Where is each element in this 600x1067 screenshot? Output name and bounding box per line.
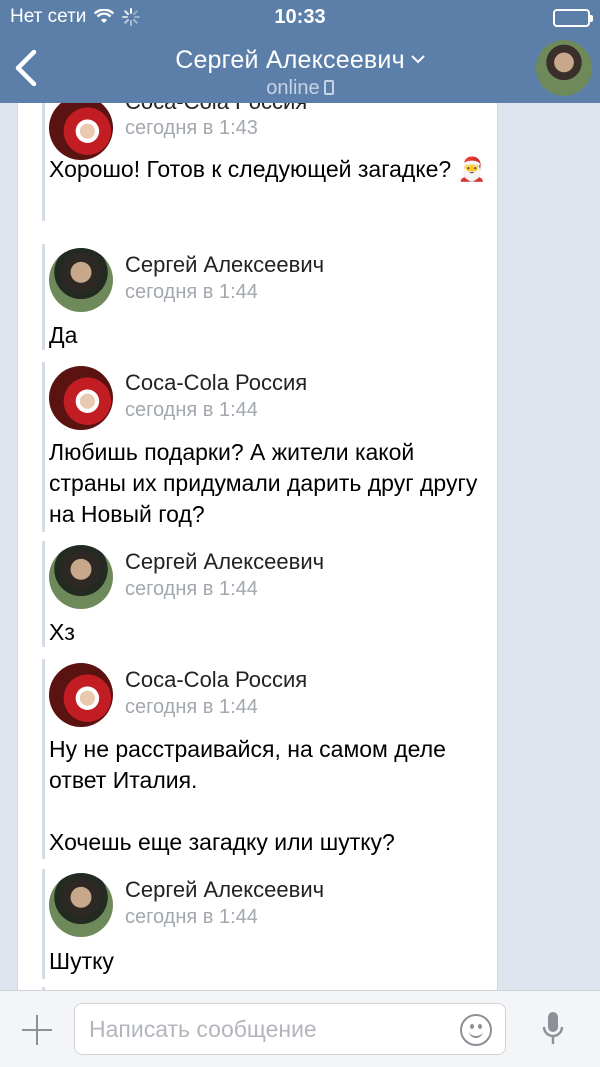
author-name[interactable]: Coca-Cola Россия — [125, 103, 307, 115]
avatar[interactable] — [49, 366, 113, 430]
author-name[interactable]: Сергей Алексеевич — [125, 252, 324, 278]
emoji-icon[interactable] — [460, 1014, 492, 1046]
message-input[interactable] — [74, 1003, 506, 1055]
message-text: Шутку — [49, 948, 114, 974]
message: Сергей Алексеевич сегодня в 1:44 Шутку — [42, 869, 492, 979]
avatar[interactable] — [49, 873, 113, 937]
message: Сергей Алексеевич сегодня в 1:44 Хз — [42, 541, 492, 647]
message-text: Хорошо! Готов к следующей загадке? 🎅 — [49, 156, 487, 182]
message-time: сегодня в 1:44 — [125, 906, 258, 928]
phone-icon — [323, 80, 334, 95]
message-time: сегодня в 1:44 — [125, 399, 258, 421]
author-name[interactable]: Сергей Алексеевич — [125, 877, 324, 903]
author-name[interactable]: Coca-Cola Россия — [125, 370, 307, 396]
contact-avatar[interactable] — [536, 40, 592, 96]
message-time: сегодня в 1:44 — [125, 696, 258, 718]
message-time: сегодня в 1:43 — [125, 117, 258, 139]
contact-name: Сергей Алексеевич — [175, 46, 405, 74]
chevron-down-icon — [411, 42, 425, 71]
message-text: Любишь подарки? А жители какой страны их… — [49, 439, 484, 527]
avatar[interactable] — [49, 663, 113, 727]
status-bar: Нет сети 10:33 — [0, 0, 600, 34]
message-list[interactable]: Coca-Cola Россия сегодня в 1:43 Хорошо! … — [17, 103, 498, 990]
app-header: Нет сети 10:33 Сергей Алексеевич online — [0, 0, 600, 103]
clock: 10:33 — [274, 6, 326, 28]
message-text: Хз — [49, 619, 75, 645]
message-time: сегодня в 1:44 — [125, 281, 258, 303]
avatar[interactable] — [49, 103, 113, 160]
message-text: Да — [49, 322, 78, 348]
battery-icon — [553, 9, 593, 27]
composer-bar — [0, 990, 600, 1067]
message-time: сегодня в 1:44 — [125, 578, 258, 600]
message-text: Ну не расстраивайся, на самом деле ответ… — [49, 736, 446, 855]
message: Coca-Cola Россия сегодня в 1:44 Ну не ра… — [42, 659, 492, 859]
author-name[interactable]: Сергей Алексеевич — [125, 549, 324, 575]
avatar[interactable] — [49, 248, 113, 312]
microphone-icon[interactable] — [541, 1010, 565, 1050]
message: Coca-Cola Россия сегодня в 1:44 Любишь п… — [42, 362, 492, 532]
avatar[interactable] — [49, 545, 113, 609]
author-name[interactable]: Coca-Cola Россия — [125, 667, 307, 693]
online-status: online — [266, 77, 320, 99]
plus-icon[interactable] — [22, 1015, 52, 1045]
message: Coca-Cola Россия сегодня в 1:43 Хорошо! … — [42, 103, 492, 221]
conversation-title[interactable]: Сергей Алексеевич online — [0, 42, 600, 100]
message: Сергей Алексеевич сегодня в 1:44 Да — [42, 244, 492, 350]
